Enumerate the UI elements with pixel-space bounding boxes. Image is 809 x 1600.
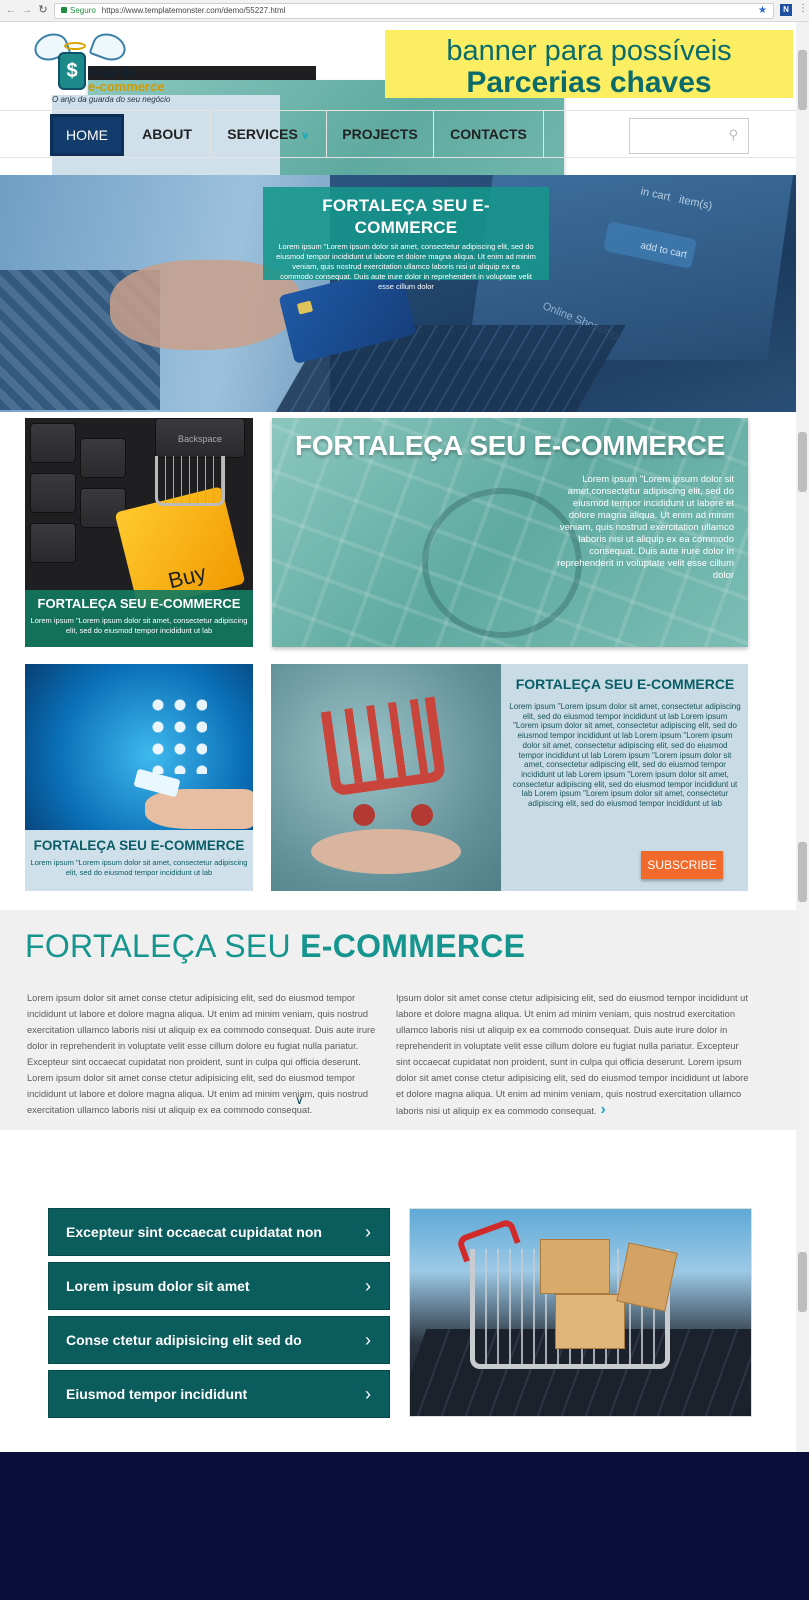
tile1-text: Lorem ipsum "Lorem ipsum dolor sit amet,… (30, 616, 248, 635)
tile1-title: FORTALEÇA SEU E-COMMERCE (37, 596, 241, 611)
list-item-label: Excepteur sint occaecat cupidatat non (66, 1224, 322, 1240)
search-input[interactable]: ⚲ (629, 118, 749, 154)
section-title-light: FORTALEÇA SEU (25, 928, 291, 964)
section-column-1: Lorem ipsum dolor sit amet conse ctetur … (27, 990, 385, 1118)
scrollbar-thumb[interactable] (798, 842, 807, 902)
tile-subscribe: FORTALEÇA SEU E-COMMERCE Lorem ipsum "Lo… (271, 664, 748, 891)
section-col1-text: Lorem ipsum dolor sit amet conse ctetur … (27, 993, 376, 1115)
url-text: https://www.templatemonster.com/demo/552… (101, 6, 286, 15)
hero-title: FORTALEÇA SEU E-COMMERCE (322, 196, 490, 237)
scrollbar-thumb[interactable] (798, 50, 807, 110)
tile-mobile-shopping[interactable]: FORTALEÇA SEU E-COMMERCE Lorem ipsum "Lo… (25, 664, 253, 891)
palm-image (311, 829, 461, 874)
red-cart-icon (320, 696, 447, 797)
tile3-text: Lorem ipsum "Lorem ipsum dolor sit amet,… (30, 858, 248, 877)
tile2-text: Lorem ipsum "Lorem ipsum dolor sit amet,… (557, 474, 734, 581)
banner-line1: banner para possíveis (446, 35, 732, 67)
chevron-right-icon: › (365, 1384, 371, 1404)
bookmark-star-icon[interactable]: ★ (758, 4, 767, 18)
right-wing-icon (88, 28, 130, 66)
reload-icon[interactable]: ↻ (36, 3, 50, 17)
chevron-down-icon: ∨ (300, 130, 310, 142)
back-icon[interactable]: ← (4, 3, 18, 17)
browser-menu-icon[interactable]: ⋮ (798, 3, 808, 14)
main-nav: HOME ABOUT SERVICES ∨ PROJECTS CONTACTS ⚲ (0, 110, 796, 158)
search-icon[interactable]: ⚲ (728, 127, 738, 143)
tile-featured[interactable]: FORTALEÇA SEU E-COMMERCE Lorem ipsum "Lo… (272, 418, 748, 647)
extension-icon[interactable]: N (780, 4, 792, 16)
chevron-right-icon[interactable]: › (601, 1101, 606, 1118)
chevron-right-icon: › (365, 1222, 371, 1242)
list-item[interactable]: Lorem ipsum dolor sit amet › (48, 1262, 390, 1310)
tile3-image (25, 664, 253, 830)
scrollbar-thumb[interactable] (798, 1252, 807, 1312)
page-scrollbar[interactable] (796, 22, 809, 1600)
cart-wheel-icon (353, 804, 375, 826)
lock-icon (61, 7, 67, 13)
list-item-label: Lorem ipsum dolor sit amet (66, 1278, 250, 1294)
nav-about[interactable]: ABOUT (124, 111, 211, 157)
cart-wheel-icon (411, 804, 433, 826)
tile2-title: FORTALEÇA SEU E-COMMERCE (295, 430, 725, 461)
section-title: FORTALEÇA SEU E-COMMERCE (25, 928, 525, 965)
money-bag-icon: $ (58, 52, 86, 90)
browser-toolbar: ← → ↻ Seguro https://www.templatemonster.… (0, 0, 809, 22)
scrollbar-thumb[interactable] (798, 432, 807, 492)
key-image (30, 423, 76, 463)
photo-box (540, 1239, 610, 1294)
photo-box (555, 1294, 625, 1349)
list-item-label: Eiusmod tempor incididunt (66, 1386, 248, 1402)
halo-icon (64, 42, 86, 50)
tile4-image (271, 664, 501, 891)
hand-image (145, 789, 253, 829)
key-image (80, 438, 126, 478)
section-title-bold: E-COMMERCE (300, 928, 526, 964)
list-item[interactable]: Eiusmod tempor incididunt › (48, 1370, 390, 1418)
address-bar[interactable]: Seguro https://www.templatemonster.com/de… (54, 3, 774, 19)
about-section: FORTALEÇA SEU E-COMMERCE Lorem ipsum dol… (0, 910, 796, 1130)
tile1-caption: FORTALEÇA SEU E-COMMERCE Lorem ipsum "Lo… (25, 590, 253, 647)
tile-buy-keyboard[interactable]: Backspace Buy FORTALEÇA SEU E-COMMERCE L… (25, 418, 253, 647)
section-column-2: Ipsum dolor sit amet conse ctetur adipis… (396, 990, 754, 1119)
partner-banner[interactable]: banner para possíveis Parcerias chaves (385, 30, 793, 98)
shopping-icons (147, 694, 207, 774)
nav-services[interactable]: SERVICES ∨ (211, 111, 327, 157)
site-footer (0, 1452, 809, 1600)
nav-home[interactable]: HOME (50, 114, 124, 156)
list-item[interactable]: Excepteur sint occaecat cupidatat non › (48, 1208, 390, 1256)
card-chip-icon (296, 300, 314, 315)
tile4-text: Lorem ipsum "Lorem ipsum dolor sit amet,… (509, 702, 741, 809)
cart-icon (155, 456, 225, 506)
list-item-label: Conse ctetur adipisicing elit sed do (66, 1332, 302, 1348)
subscribe-button[interactable]: SUBSCRIBE (641, 851, 723, 879)
backspace-key: Backspace (155, 418, 245, 458)
chevron-right-icon: › (365, 1330, 371, 1350)
forward-icon[interactable]: → (20, 3, 34, 17)
shopping-cart-photo (409, 1208, 752, 1417)
key-image (30, 473, 76, 513)
tile4-content: FORTALEÇA SEU E-COMMERCE Lorem ipsum "Lo… (509, 676, 741, 809)
tile3-caption: FORTALEÇA SEU E-COMMERCE Lorem ipsum "Lo… (25, 830, 253, 891)
list-item[interactable]: Conse ctetur adipisicing elit sed do › (48, 1316, 390, 1364)
hero-text: Lorem ipsum "Lorem ipsum dolor sit amet,… (276, 242, 536, 291)
key-image (30, 523, 76, 563)
hero-caption: FORTALEÇA SEU E-COMMERCE Lorem ipsum "Lo… (263, 187, 549, 291)
chevron-down-icon[interactable]: ∨ (295, 1092, 304, 1108)
tile4-title: FORTALEÇA SEU E-COMMERCE (515, 676, 735, 692)
nav-projects[interactable]: PROJECTS (327, 111, 434, 157)
site-logo[interactable]: $ Guia do e-commerce O anjo da guarda do… (30, 26, 564, 322)
secure-label: Seguro (70, 6, 96, 15)
nav-contacts[interactable]: CONTACTS (434, 111, 544, 157)
chevron-right-icon: › (365, 1276, 371, 1296)
section-col2-text: Ipsum dolor sit amet conse ctetur adipis… (396, 993, 749, 1116)
nav-services-label: SERVICES (227, 126, 298, 142)
banner-line2: Parcerias chaves (466, 66, 712, 99)
tile3-title: FORTALEÇA SEU E-COMMERCE (33, 838, 245, 853)
